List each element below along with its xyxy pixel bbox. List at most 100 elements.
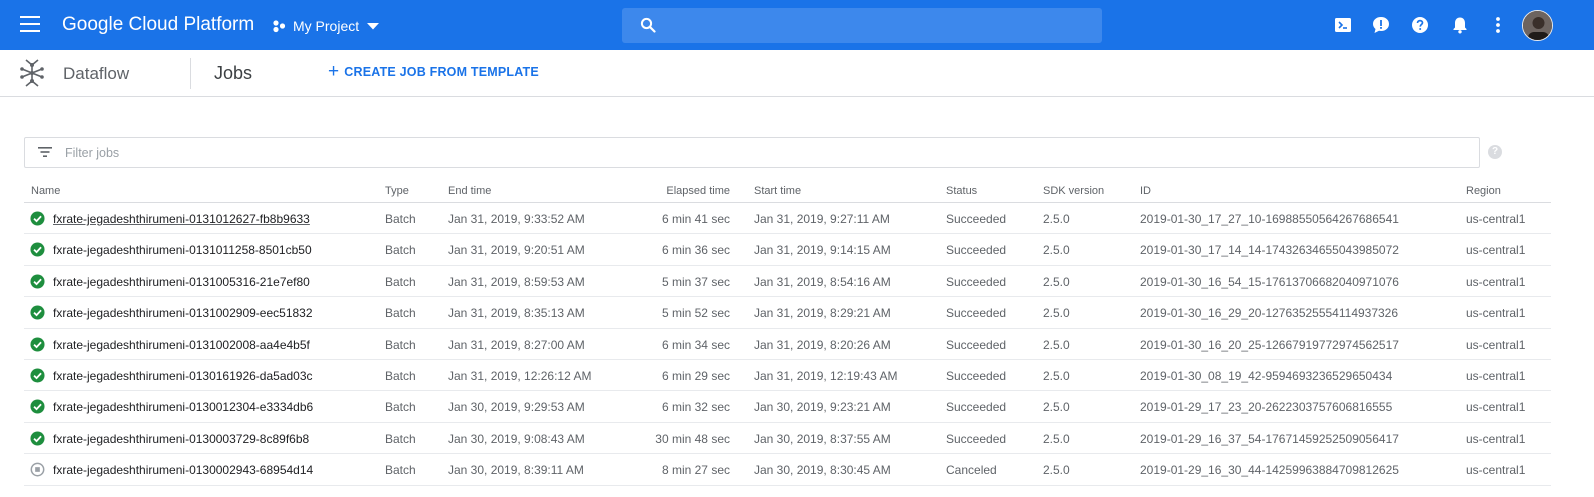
- job-region: us-central1: [1466, 368, 1526, 383]
- plus-icon: +: [328, 61, 340, 82]
- check-circle-icon: [30, 368, 45, 383]
- job-id: 2019-01-29_16_30_44-14259963884709812625: [1140, 463, 1399, 478]
- job-status: Succeeded: [946, 243, 1007, 258]
- chevron-down-icon: [367, 22, 380, 29]
- job-end-time: Jan 30, 2019, 9:29:53 AM: [448, 400, 585, 415]
- job-name-link[interactable]: fxrate-jegadeshthirumeni-0130003729-8c89…: [53, 432, 309, 446]
- job-start-time: Jan 30, 2019, 8:37:55 AM: [754, 431, 891, 446]
- project-selector[interactable]: My Project: [272, 13, 386, 39]
- check-circle-icon: [30, 399, 45, 414]
- check-circle-icon: [30, 211, 45, 226]
- job-id: 2019-01-30_16_20_25-12667919772974562517: [1140, 337, 1399, 352]
- job-elapsed-time: 6 min 34 sec: [661, 337, 730, 352]
- job-elapsed-time: 8 min 27 sec: [661, 463, 730, 478]
- table-header: Name Type End time Elapsed time Start ti…: [24, 180, 1551, 203]
- job-sdk-version: 2.5.0: [1043, 306, 1070, 321]
- search-bar[interactable]: [622, 8, 1102, 43]
- bell-icon[interactable]: [1450, 15, 1470, 35]
- job-type: Batch: [385, 212, 416, 226]
- product-name: Dataflow: [63, 64, 130, 83]
- search-input[interactable]: [666, 8, 1086, 43]
- check-circle-icon: [30, 274, 45, 289]
- job-type: Batch: [385, 306, 416, 321]
- job-id: 2019-01-29_17_23_20-2622303757606816555: [1140, 400, 1393, 415]
- col-id-header[interactable]: ID: [1140, 185, 1151, 197]
- col-status-header[interactable]: Status: [946, 185, 977, 197]
- job-sdk-version: 2.5.0: [1043, 337, 1070, 352]
- job-name-link[interactable]: fxrate-jegadeshthirumeni-0131011258-8501…: [53, 243, 312, 257]
- job-sdk-version: 2.5.0: [1043, 368, 1070, 383]
- job-sdk-version: 2.5.0: [1043, 212, 1070, 226]
- col-type-header[interactable]: Type: [385, 185, 409, 197]
- table-row: fxrate-jegadeshthirumeni-0130161926-da5a…: [24, 360, 1551, 392]
- job-region: us-central1: [1466, 337, 1526, 352]
- account-avatar[interactable]: [1522, 10, 1553, 41]
- job-start-time: Jan 30, 2019, 9:23:21 AM: [754, 400, 891, 415]
- filter-help-icon[interactable]: ?: [1488, 145, 1502, 159]
- search-icon: [640, 17, 656, 33]
- job-id: 2019-01-30_08_19_42-9594693236529650434: [1140, 368, 1393, 383]
- job-status: Succeeded: [946, 337, 1007, 352]
- job-sdk-version: 2.5.0: [1043, 243, 1070, 258]
- col-region-header[interactable]: Region: [1466, 185, 1501, 197]
- filter-jobs-input[interactable]: [65, 138, 1465, 167]
- job-elapsed-time: 30 min 48 sec: [655, 431, 730, 446]
- job-name-link[interactable]: fxrate-jegadeshthirumeni-0130002943-6895…: [53, 463, 313, 477]
- job-sdk-version: 2.5.0: [1043, 400, 1070, 415]
- col-name-header[interactable]: Name: [31, 185, 60, 197]
- dataflow-logo-icon: [20, 59, 44, 87]
- col-end-time-header[interactable]: End time: [448, 185, 491, 197]
- table-row: fxrate-jegadeshthirumeni-0130012304-e333…: [24, 391, 1551, 423]
- job-name-link[interactable]: fxrate-jegadeshthirumeni-0130012304-e333…: [53, 400, 313, 414]
- cloud-shell-icon[interactable]: [1333, 15, 1353, 35]
- job-id: 2019-01-30_17_14_14-17432634655043985072: [1140, 243, 1399, 258]
- job-type: Batch: [385, 243, 416, 258]
- help-icon[interactable]: [1410, 15, 1430, 35]
- job-name-link[interactable]: fxrate-jegadeshthirumeni-0131002909-eec5…: [53, 306, 313, 320]
- filter-list-icon: [38, 147, 52, 157]
- job-elapsed-time: 6 min 36 sec: [661, 243, 730, 258]
- job-sdk-version: 2.5.0: [1043, 463, 1070, 478]
- job-elapsed-time: 6 min 29 sec: [661, 368, 730, 383]
- table-row: fxrate-jegadeshthirumeni-0130003729-8c89…: [24, 423, 1551, 455]
- job-end-time: Jan 30, 2019, 9:08:43 AM: [448, 431, 585, 446]
- job-type: Batch: [385, 368, 416, 383]
- job-region: us-central1: [1466, 400, 1526, 415]
- check-circle-icon: [30, 431, 45, 446]
- job-type: Batch: [385, 274, 416, 289]
- job-start-time: Jan 31, 2019, 9:27:11 AM: [754, 212, 890, 226]
- job-end-time: Jan 31, 2019, 12:26:12 AM: [448, 368, 592, 383]
- avatar-image: [1523, 11, 1552, 40]
- job-name-link[interactable]: fxrate-jegadeshthirumeni-0131012627-fb8b…: [53, 212, 310, 226]
- hamburger-menu-icon[interactable]: [20, 16, 40, 34]
- filter-jobs-bar[interactable]: [24, 137, 1480, 168]
- job-type: Batch: [385, 431, 416, 446]
- col-start-time-header[interactable]: Start time: [754, 185, 801, 197]
- job-sdk-version: 2.5.0: [1043, 431, 1070, 446]
- job-name-link[interactable]: fxrate-jegadeshthirumeni-0131002008-aa4e…: [53, 338, 310, 352]
- job-name-link[interactable]: fxrate-jegadeshthirumeni-0130161926-da5a…: [53, 369, 313, 383]
- job-id: 2019-01-29_16_37_54-17671459252509056417: [1140, 431, 1399, 446]
- table-row: fxrate-jegadeshthirumeni-0130002943-6895…: [24, 454, 1551, 486]
- job-type: Batch: [385, 463, 416, 478]
- brand-title[interactable]: Google Cloud Platform: [62, 14, 254, 36]
- job-elapsed-time: 5 min 37 sec: [661, 274, 730, 289]
- project-name: My Project: [293, 18, 360, 34]
- more-vert-icon[interactable]: [1488, 15, 1508, 35]
- job-start-time: Jan 31, 2019, 8:54:16 AM: [754, 274, 891, 289]
- create-job-from-template-button[interactable]: + CREATE JOB FROM TEMPLATE: [328, 61, 539, 82]
- job-region: us-central1: [1466, 306, 1526, 321]
- job-end-time: Jan 30, 2019, 8:39:11 AM: [448, 463, 584, 478]
- header-divider: [190, 58, 191, 89]
- job-status: Succeeded: [946, 212, 1007, 226]
- notifications-feedback-icon[interactable]: [1371, 15, 1391, 35]
- job-type: Batch: [385, 400, 416, 415]
- job-name-link[interactable]: fxrate-jegadeshthirumeni-0131005316-21e7…: [53, 275, 310, 289]
- col-sdk-header[interactable]: SDK version: [1043, 185, 1104, 197]
- check-circle-icon: [30, 305, 45, 320]
- job-region: us-central1: [1466, 431, 1526, 446]
- col-elapsed-header[interactable]: Elapsed time: [630, 185, 730, 197]
- table-row: fxrate-jegadeshthirumeni-0131002008-aa4e…: [24, 329, 1551, 360]
- job-status: Succeeded: [946, 306, 1007, 321]
- job-end-time: Jan 31, 2019, 8:35:13 AM: [448, 306, 585, 321]
